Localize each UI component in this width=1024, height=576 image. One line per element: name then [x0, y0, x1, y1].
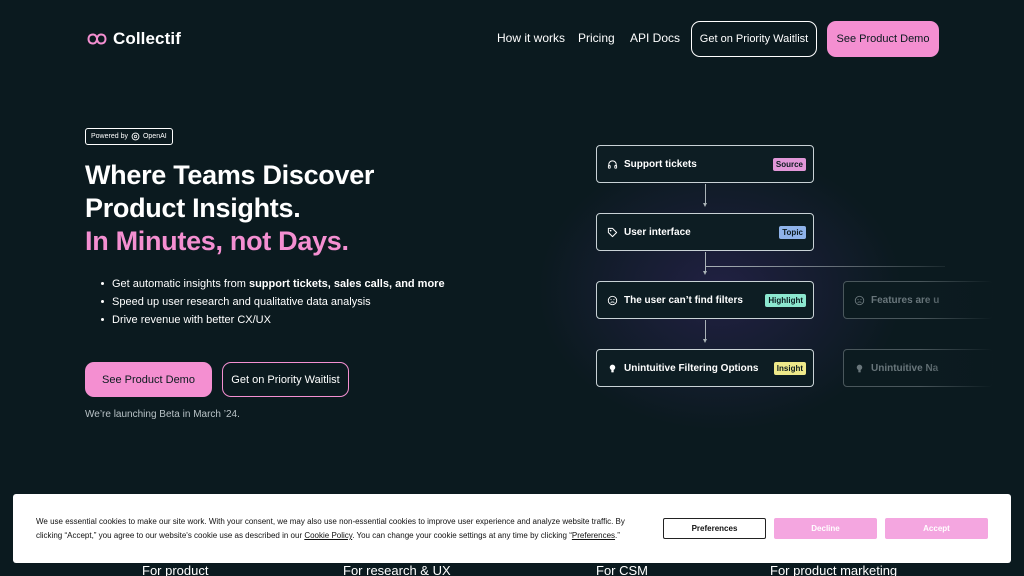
bullet-item: Get automatic insights from support tick…	[101, 275, 451, 293]
insight-tag: Insight	[773, 361, 806, 375]
hero-title-line-3: In Minutes, not Days.	[85, 226, 349, 256]
logo[interactable]: Collectif	[87, 29, 181, 49]
cookie-text-part: . You can change your cookie settings at…	[352, 531, 572, 540]
badge-prefix: Powered by	[91, 133, 128, 140]
flow-card-insight: Unintuitive Filtering Options Insight	[596, 349, 814, 387]
source-tag: Source	[772, 157, 806, 171]
decline-button[interactable]: Decline	[774, 518, 877, 539]
branch-line	[705, 266, 945, 267]
bullet-bold-text: support tickets, sales calls, and more	[248, 278, 445, 290]
bullet-text: Get automatic insights from	[112, 278, 249, 290]
section-heading-product: For product	[142, 563, 209, 576]
section-heading-marketing: For product marketing	[770, 563, 898, 576]
bullet-item: Speed up user research and qualitative d…	[101, 293, 451, 311]
logo-text: Collectif	[113, 29, 181, 48]
face-icon	[607, 295, 618, 305]
nav-waitlist-button[interactable]: Get on Priority Waitlist	[691, 21, 817, 57]
section-heading-csm: For CSM	[596, 563, 648, 576]
logo-icon	[87, 33, 107, 45]
flow-card-label: User interface	[624, 226, 691, 238]
nav-link-pricing[interactable]: Pricing	[578, 31, 615, 45]
connector-line	[705, 252, 706, 271]
powered-by-badge: Powered by OpenAI	[85, 128, 173, 145]
preferences-button[interactable]: Preferences	[663, 518, 766, 539]
cookie-text: We use essential cookies to make our sit…	[36, 515, 636, 543]
cookie-banner: We use essential cookies to make our sit…	[13, 494, 1011, 563]
hero-title-line-1: Where Teams Discover	[85, 160, 375, 190]
nav-demo-button[interactable]: See Product Demo	[827, 21, 939, 57]
cookie-text-part: .”	[615, 531, 620, 540]
hero-demo-button[interactable]: See Product Demo	[85, 362, 212, 397]
landing-page: Collectif How it works Pricing API Docs …	[0, 0, 1024, 576]
hero-waitlist-button[interactable]: Get on Priority Waitlist	[222, 362, 349, 397]
face-icon	[854, 295, 865, 305]
highlight-tag: Highlight	[765, 293, 806, 307]
accept-button[interactable]: Accept	[885, 518, 988, 539]
tag-icon	[607, 227, 618, 237]
nav-link-api-docs[interactable]: API Docs	[630, 31, 680, 45]
cookie-preferences-link[interactable]: Preferences	[572, 531, 615, 540]
headphones-icon	[607, 159, 618, 169]
launch-note: We’re launching Beta in March ’24.	[85, 409, 240, 420]
badge-brand: OpenAI	[142, 133, 167, 140]
section-heading-research: For research & UX	[343, 563, 451, 576]
connector-arrow	[702, 203, 707, 207]
flow-card-highlight: The user can’t find filters Highlight	[596, 281, 814, 319]
top-nav: Collectif How it works Pricing API Docs …	[0, 0, 1024, 78]
bullet-item: Drive revenue with better CX/UX	[101, 311, 451, 329]
topic-tag: Topic	[779, 225, 806, 239]
bullet-text: Drive revenue with better CX/UX	[112, 314, 271, 326]
openai-icon	[131, 132, 140, 141]
cookie-text-part: clicking “Accept,” you agree to our webs…	[36, 531, 305, 540]
cookie-text-line-1: We use essential cookies to make our sit…	[36, 517, 625, 526]
nav-link-how-it-works[interactable]: How it works	[497, 31, 565, 45]
cookie-policy-link[interactable]: Cookie Policy	[304, 531, 352, 540]
flow-card-label: Unintuitive Filtering Options	[624, 362, 759, 374]
feature-bullets: Get automatic insights from support tick…	[101, 275, 451, 329]
flow-card-topic: User interface Topic	[596, 213, 814, 251]
connector-arrow	[702, 339, 707, 343]
flow-card-label: Support tickets	[624, 158, 697, 170]
flow-card-source: Support tickets Source	[596, 145, 814, 183]
connector-line	[705, 320, 706, 339]
bullet-text: Speed up user research and qualitative d…	[112, 296, 371, 308]
connector-line	[705, 184, 706, 204]
hero-title: Where Teams Discover Product Insights. I…	[85, 159, 374, 258]
flow-card-label: The user can’t find filters	[624, 294, 743, 306]
fade-overlay	[920, 140, 1024, 400]
bulb-icon	[856, 364, 863, 372]
connector-arrow	[702, 271, 707, 275]
hero-title-line-2: Product Insights.	[85, 193, 301, 223]
bulb-icon	[609, 364, 616, 372]
